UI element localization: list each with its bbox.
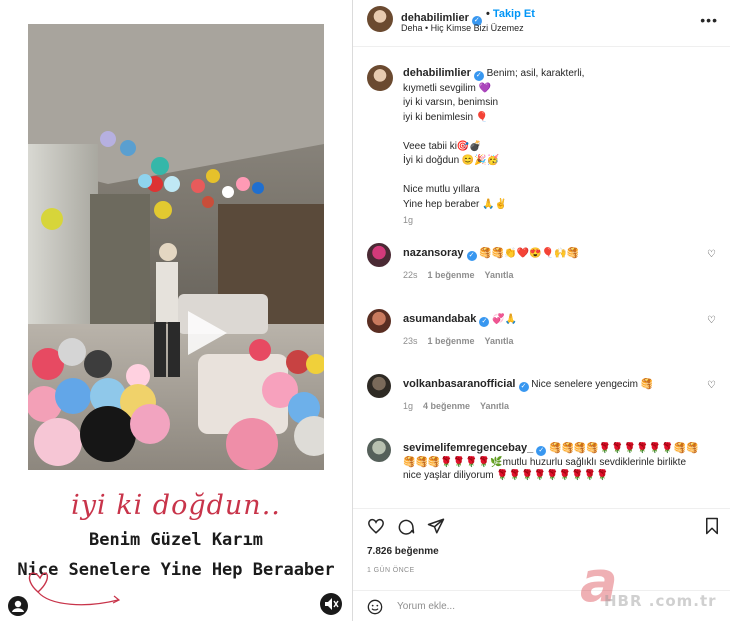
mute-icon[interactable] <box>320 593 342 615</box>
comment-like-icon[interactable]: ♡ <box>707 315 716 326</box>
reply-button[interactable]: Yanıtla <box>485 336 514 346</box>
verified-icon: ✓ <box>466 251 477 261</box>
action-bar <box>353 508 730 539</box>
comment-icon[interactable] <box>397 517 415 535</box>
separator: • <box>486 8 490 20</box>
heart-doodle-icon <box>28 572 121 606</box>
smiley-icon[interactable] <box>367 599 383 615</box>
caption-line: Veee tabii ki🎯💣 <box>403 140 482 152</box>
caption-time[interactable]: 1g <box>403 215 413 225</box>
instagram-post-modal: iyi ki doğdun.. Benim Güzel Karım Nice S… <box>0 0 730 621</box>
post-side-panel: dehabilimlier ✓ • Takip Et Deha • Hiç Kim… <box>353 0 730 621</box>
comment-time[interactable]: 22s <box>403 270 418 280</box>
bookmark-icon[interactable] <box>703 517 721 535</box>
caption-line: Nice mutlu yıllara <box>403 184 480 195</box>
comment-likes[interactable]: 1 beğenme <box>428 270 475 280</box>
follow-label: Takip Et <box>492 8 535 20</box>
reply-button[interactable]: Yanıtla <box>480 401 509 411</box>
comment-input[interactable]: Yorum ekle... <box>397 601 455 612</box>
image-caption-line1: iyi ki doğdun.. <box>71 490 281 521</box>
reply-button[interactable]: Yanıtla <box>485 270 514 280</box>
comment-time[interactable]: 23s <box>403 336 418 346</box>
comment-likes[interactable]: 1 beğenme <box>428 336 475 346</box>
verified-icon: ✓ <box>473 71 484 81</box>
verified-icon: ✓ <box>479 317 490 327</box>
comment-like-icon[interactable]: ♡ <box>707 380 716 391</box>
watermark-text: HBR .com.tr <box>604 592 717 610</box>
caption-line: iyi ki varsın, benimsin <box>403 97 499 108</box>
post-date: 1 GÜN ÖNCE <box>367 567 415 574</box>
post-media[interactable]: iyi ki doğdun.. Benim Güzel Karım Nice S… <box>0 0 353 621</box>
follow-button[interactable]: • Takip Et <box>486 8 535 20</box>
verified-icon: ✓ <box>536 446 547 456</box>
likes-count[interactable]: 7.826 beğenme <box>367 546 439 557</box>
avatar[interactable] <box>367 374 391 398</box>
hbr-watermark: a HBR .com.tr <box>580 550 730 618</box>
user-tag-icon[interactable] <box>8 596 28 616</box>
avatar[interactable] <box>367 243 391 267</box>
avatar[interactable] <box>367 309 391 333</box>
caption-line: Benim; asil, karakterli, <box>486 68 585 79</box>
avatar[interactable] <box>367 6 393 32</box>
caption-avatar[interactable] <box>367 65 393 91</box>
caption-line: Yine hep beraber 🙏✌ <box>403 198 508 210</box>
heart-icon[interactable] <box>367 517 385 535</box>
image-caption-line2: Benim Güzel Karım <box>89 530 263 550</box>
video-frame[interactable] <box>28 24 324 470</box>
avatar[interactable] <box>367 438 391 462</box>
comment-username[interactable]: volkanbasaranofficial <box>403 378 516 390</box>
post-header: dehabilimlier ✓ • Takip Et Deha • Hiç Kim… <box>353 0 730 47</box>
comment-text: Nice senelere yengecim 🥞 <box>531 379 654 390</box>
comment-username[interactable]: nazansoray <box>403 247 464 259</box>
verified-icon: ✓ <box>518 382 529 392</box>
comment-username[interactable]: asumandabak <box>403 313 476 325</box>
comment-text: 💞🙏 <box>492 314 518 325</box>
caption-username[interactable]: dehabilimlier <box>403 67 471 79</box>
comment-time[interactable]: 1g <box>403 401 413 411</box>
more-options-icon[interactable]: ••• <box>700 12 718 28</box>
comment-username[interactable]: sevimelifemregencebay_ <box>403 442 533 454</box>
share-icon[interactable] <box>427 517 445 535</box>
caption-line: iyi ki benimlesin 🎈 <box>403 111 489 123</box>
play-icon[interactable] <box>180 308 230 358</box>
room-with-balloons-image <box>28 24 324 470</box>
comment-likes[interactable]: 4 beğenme <box>423 401 470 411</box>
comment-like-icon[interactable]: ♡ <box>707 249 716 260</box>
header-subtitle[interactable]: Deha • Hiç Kimse Bizi Üzemez <box>401 23 524 33</box>
caption-text: dehabilimlier ✓ Benim; asil, karakterli, … <box>403 66 703 212</box>
comment-text: 🥞🥞👏❤️😍🎈🙌🥞 <box>479 248 579 259</box>
caption-line: kıymetli sevgilim 💜 <box>403 82 492 94</box>
caption-line: İyi ki doğdun 😊🎉🥳 <box>403 155 500 166</box>
